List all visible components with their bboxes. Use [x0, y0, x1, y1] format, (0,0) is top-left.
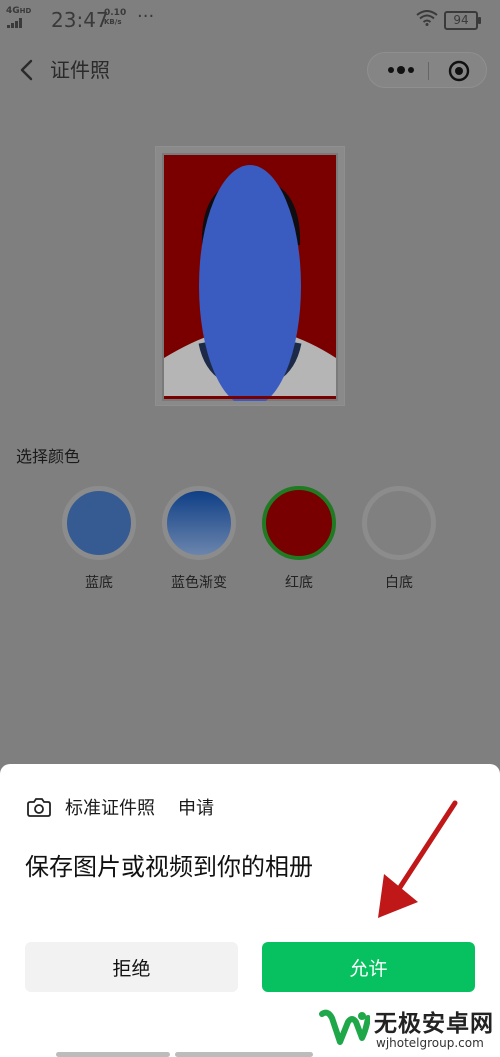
network-type: 4G [6, 6, 20, 16]
allow-button[interactable]: 允许 [262, 942, 475, 992]
deny-button[interactable]: 拒绝 [25, 942, 238, 992]
swatch-blue-gradient[interactable] [162, 486, 236, 560]
battery-icon: 94 [444, 11, 481, 30]
back-arrow-icon[interactable] [14, 56, 42, 84]
id-photo-image [162, 153, 338, 401]
wifi-icon [416, 10, 438, 26]
home-indicator-secondary [175, 1052, 313, 1057]
nav-bar: 证件照 [0, 40, 500, 100]
swatch-label-red: 红底 [285, 575, 313, 591]
status-bar: 4GHD 23:47 0.10 KB/s ··· 94 [0, 0, 500, 40]
network-sub: HD [19, 7, 32, 15]
face-mask [199, 165, 301, 401]
id-photo-preview [155, 146, 345, 406]
network-indicator: 4GHD [6, 7, 31, 16]
mini-program-capsule [367, 52, 487, 88]
camera-app-icon [27, 798, 51, 817]
network-speed: 0.10 KB/s [104, 9, 126, 27]
swatch-blue[interactable] [62, 486, 136, 560]
capsule-divider [428, 62, 429, 80]
swatch-label-blue: 蓝底 [85, 575, 113, 591]
status-time: 23:47 [51, 8, 109, 32]
status-more-dots: ··· [137, 6, 155, 27]
swatch-red[interactable] [262, 486, 336, 560]
watermark-logo-icon [319, 1009, 370, 1045]
watermark: 无极安卓网 wjhotelgroup.com [312, 1000, 500, 1057]
watermark-url: wjhotelgroup.com [376, 1036, 484, 1050]
close-mini-program-icon[interactable] [448, 60, 470, 82]
signal-icon [7, 18, 23, 28]
permission-message: 保存图片或视频到你的相册 [25, 853, 313, 881]
watermark-name: 无极安卓网 [374, 1011, 494, 1037]
more-icon[interactable] [386, 64, 416, 76]
swatch-label-blue-gradient: 蓝色渐变 [171, 575, 227, 591]
network-speed-value: 0.10 [104, 8, 127, 18]
request-label: 申请 [178, 798, 214, 819]
swatch-label-white: 白底 [385, 575, 413, 591]
page-title: 证件照 [50, 58, 110, 82]
select-color-label: 选择颜色 [16, 447, 81, 466]
home-indicator [56, 1052, 170, 1057]
swatch-white[interactable] [362, 486, 436, 560]
network-speed-unit: KB/s [104, 18, 122, 26]
requesting-app-name: 标准证件照 [65, 798, 155, 819]
battery-level: 94 [453, 13, 469, 27]
